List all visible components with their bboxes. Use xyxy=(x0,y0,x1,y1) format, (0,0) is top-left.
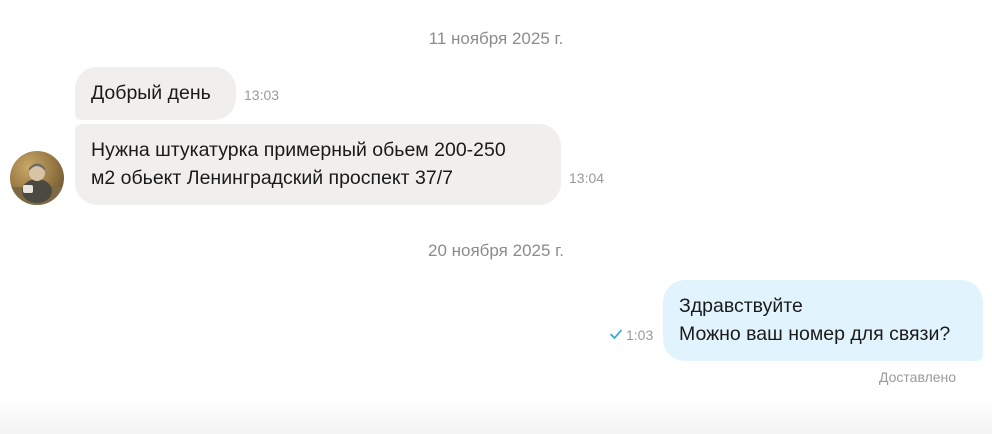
date-separator: 11 ноября 2025 г. xyxy=(428,29,564,48)
message-time: 13:04 xyxy=(569,170,605,186)
message-time: 13:03 xyxy=(244,87,280,103)
message-text-line: м2 обьект Ленинградский проспект 37/7 xyxy=(91,167,453,189)
delivery-status: Доставлено xyxy=(879,369,957,385)
date-separator: 20 ноября 2025 г. xyxy=(428,241,564,260)
message-bubble[interactable]: Нужна штукатурка примерный обьем 200-250… xyxy=(75,124,561,205)
message-text-line: Нужна штукатурка примерный обьем 200-250 xyxy=(91,139,506,161)
message-bubble[interactable]: Здравствуйте Можно ваш номер для связи? xyxy=(663,280,983,361)
chat-window: 11 ноября 2025 г. Добрый день 13:03 Нужн… xyxy=(0,0,992,434)
message-bubble[interactable]: Добрый день xyxy=(75,67,236,120)
user-avatar-photo xyxy=(10,151,64,205)
check-icon xyxy=(610,329,622,339)
message-text-line: Можно ваш номер для связи? xyxy=(679,323,951,345)
avatar[interactable] xyxy=(10,151,64,205)
message-time: 1:03 xyxy=(626,327,654,343)
message-text: Добрый день xyxy=(91,82,211,104)
bottom-divider-shadow xyxy=(0,398,992,434)
message-text-line: Здравствуйте xyxy=(679,295,803,317)
